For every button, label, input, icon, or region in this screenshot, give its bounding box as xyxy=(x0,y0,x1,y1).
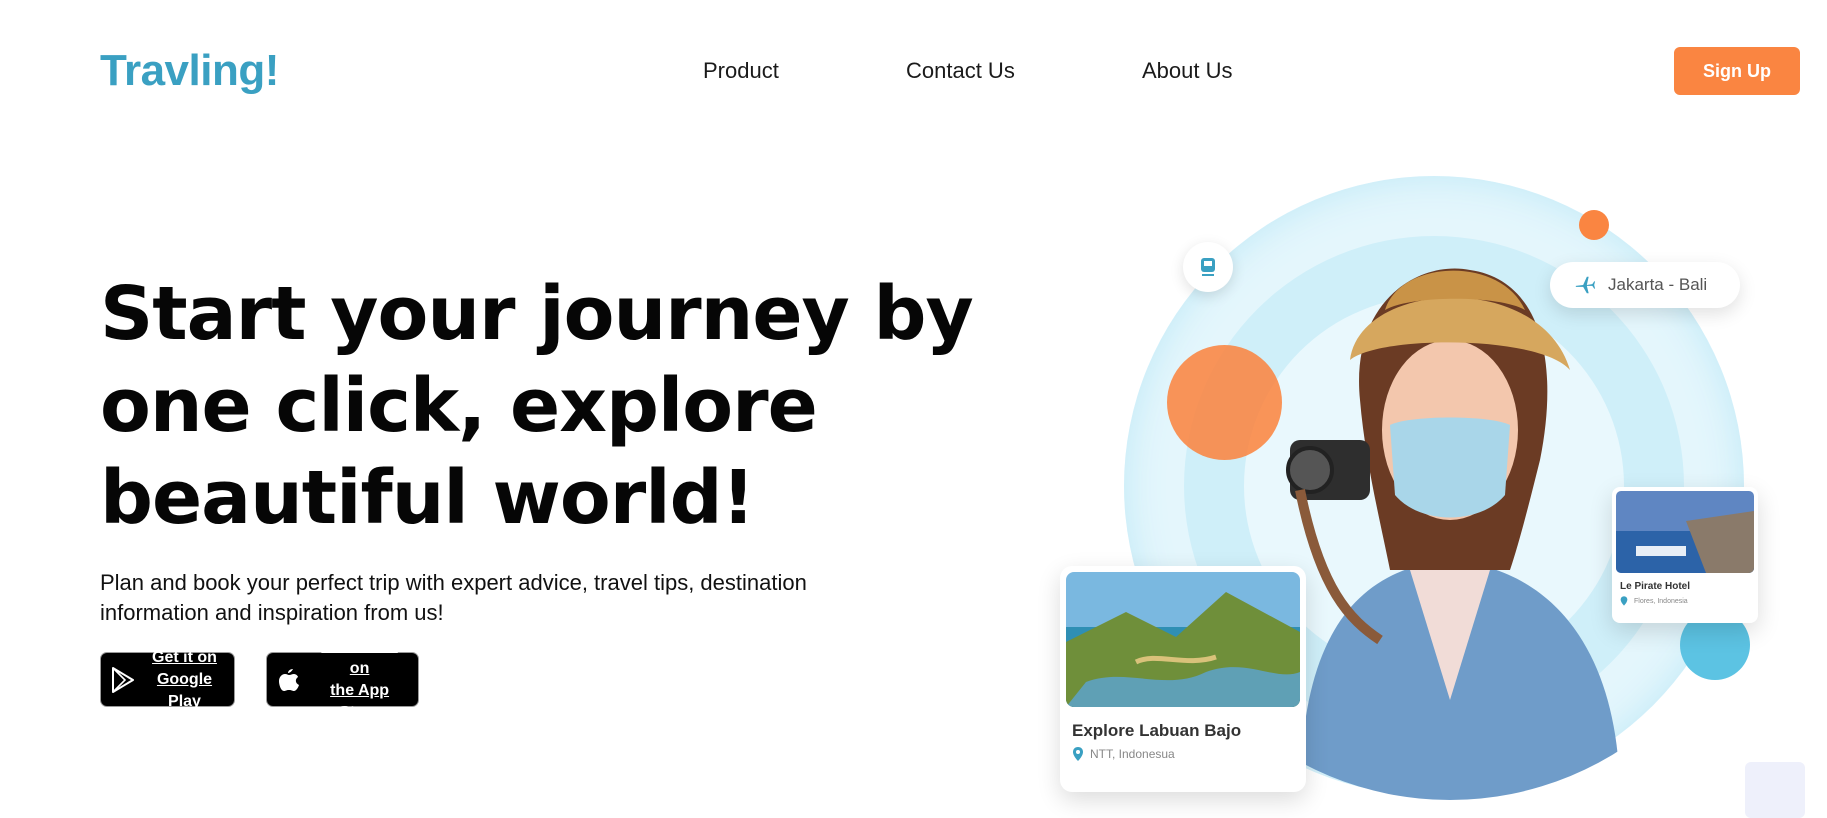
airplane-icon xyxy=(1575,276,1596,294)
subtitle-line-2: information and inspiration from us! xyxy=(100,600,444,625)
logo[interactable]: Travling! xyxy=(100,46,279,96)
train-icon xyxy=(1201,258,1215,276)
apple-icon xyxy=(277,667,301,693)
headline-line-1: Start your journey by xyxy=(100,271,974,357)
hotel-image xyxy=(1616,491,1754,573)
orange-dot xyxy=(1579,210,1609,240)
hero-illustration: Jakarta - Bali Explore Labuan Bajo NTT, … xyxy=(1060,160,1827,818)
hotel-card[interactable]: Le Pirate Hotel Flores, Indonesia xyxy=(1612,487,1758,623)
location-pin-icon xyxy=(1073,747,1083,761)
sign-up-button[interactable]: Sign Up xyxy=(1674,47,1800,95)
hotel-location: Flores, Indonesia xyxy=(1634,597,1688,605)
nav-product[interactable]: Product xyxy=(703,58,779,84)
labuan-bajo-image xyxy=(1066,572,1300,707)
labuan-bajo-title: Explore Labuan Bajo xyxy=(1072,721,1242,740)
nav-about-us[interactable]: About Us xyxy=(1142,58,1233,84)
labuan-bajo-card[interactable]: Explore Labuan Bajo NTT, Indonesua xyxy=(1060,566,1306,792)
hero-headline: Start your journey by one click, explore… xyxy=(100,268,980,544)
google-play-button[interactable]: Get it on Google Play xyxy=(100,649,235,710)
route-label: Jakarta - Bali xyxy=(1608,275,1708,294)
google-play-line-1: Get it on xyxy=(152,648,217,666)
route-pill: Jakarta - Bali xyxy=(1550,262,1740,308)
hotel-title: Le Pirate Hotel xyxy=(1620,581,1691,592)
hero-subtitle: Plan and book your perfect trip with exp… xyxy=(100,568,860,628)
subtitle-line-1: Plan and book your perfect trip with exp… xyxy=(100,570,807,595)
hotel-location-pin-icon xyxy=(1620,596,1628,606)
train-badge xyxy=(1183,242,1233,292)
headline-line-2: one click, explore xyxy=(100,363,818,449)
nav-contact-us[interactable]: Contact Us xyxy=(906,58,1015,84)
app-store-button[interactable]: Download on the App Store xyxy=(266,638,419,721)
labuan-bajo-location: NTT, Indonesua xyxy=(1090,747,1175,761)
google-play-icon xyxy=(111,666,135,693)
app-store-line-2: the App Store xyxy=(330,681,390,721)
google-play-line-2: Google Play xyxy=(156,670,213,710)
app-store-line-1: Download on xyxy=(321,637,398,677)
corner-logo-icon xyxy=(1745,762,1805,818)
headline-line-3: beautiful world! xyxy=(100,455,755,541)
